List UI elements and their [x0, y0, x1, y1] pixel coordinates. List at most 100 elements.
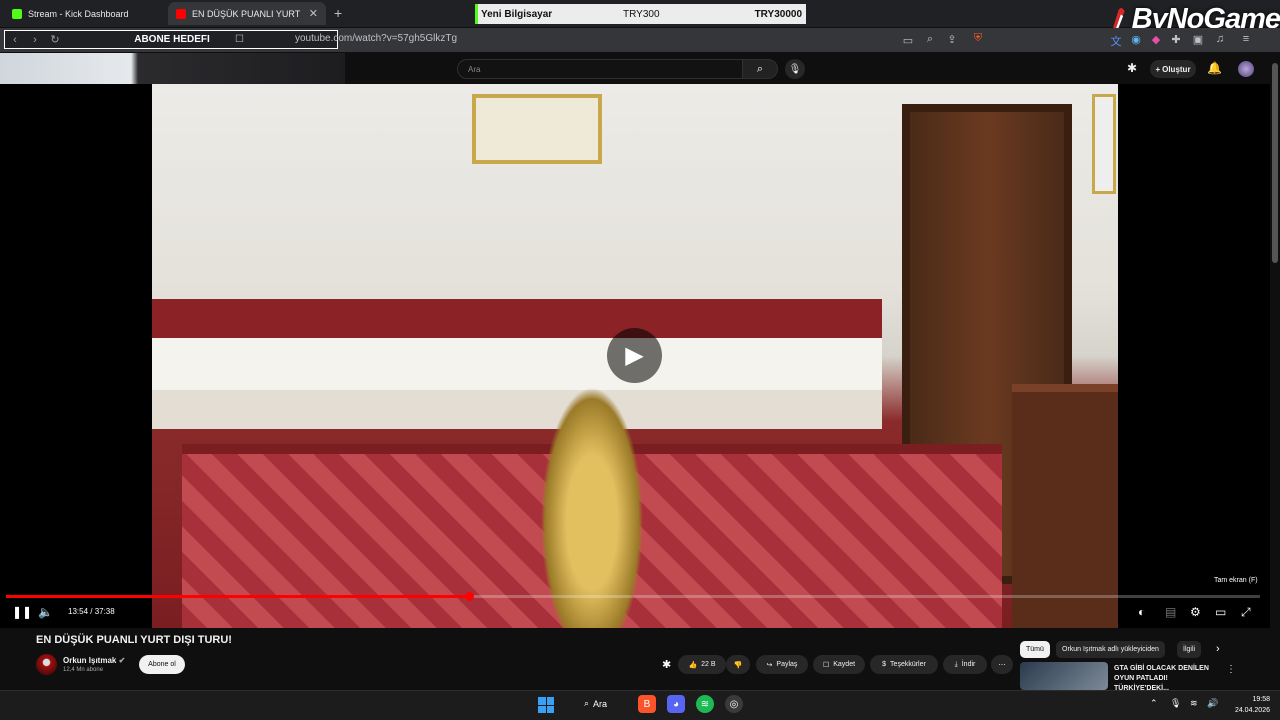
- settings-icon[interactable]: ⚙: [1190, 605, 1201, 619]
- tab-kick-dashboard[interactable]: Stream - Kick Dashboard: [4, 2, 164, 25]
- chip-related[interactable]: İlgili: [1177, 641, 1202, 658]
- save-icon: ☐: [822, 661, 830, 669]
- create-clip-icon[interactable]: ✱: [1127, 61, 1137, 75]
- progress-scrubber[interactable]: [464, 592, 474, 601]
- share-icon[interactable]: ⇪: [944, 33, 960, 46]
- page-scrollbar[interactable]: [1270, 53, 1280, 693]
- chip-from-uploader[interactable]: Orkun Işıtmak adlı yükleyiciden: [1056, 641, 1165, 658]
- dislike-button[interactable]: 👎: [726, 655, 750, 674]
- media-icon[interactable]: ♫: [1212, 33, 1228, 45]
- thanks-button[interactable]: $ Teşekkürler: [870, 655, 938, 674]
- taskbar-clock[interactable]: 19:58 24.04.2026: [1228, 694, 1270, 716]
- fullscreen-icon[interactable]: ⤢: [1241, 605, 1251, 620]
- time-display: 13:54 / 37:38: [68, 607, 115, 616]
- wall-frame: [472, 94, 602, 164]
- goal-current: TRY300: [623, 8, 660, 20]
- url-field[interactable]: youtube.com/watch?v=57gh5GlkzTg: [295, 33, 457, 44]
- search-icon: ⌕: [584, 698, 590, 708]
- zoom-icon[interactable]: ⌕: [922, 33, 938, 46]
- channel-name[interactable]: Orkun Işıtmak ✔: [63, 656, 125, 665]
- search-input[interactable]: Ara: [457, 59, 743, 79]
- autoplay-toggle-icon[interactable]: ◐: [1138, 605, 1145, 619]
- spotify-icon[interactable]: ≋: [696, 695, 714, 713]
- goal-label: Yeni Bilgisayar: [481, 8, 553, 20]
- tray-overflow-icon[interactable]: ⌃: [1150, 698, 1158, 709]
- more-actions-button[interactable]: ⋯: [991, 655, 1013, 674]
- recommended-thumbnail[interactable]: [1020, 662, 1108, 690]
- forward-icon[interactable]: ›: [25, 34, 45, 46]
- wall-frame-2: [1092, 94, 1116, 194]
- share-button[interactable]: ↪ Paylaş: [756, 655, 808, 674]
- download-icon: ⤓: [954, 660, 958, 668]
- notifications-icon[interactable]: 🔔: [1207, 61, 1222, 75]
- verified-icon: ✔: [118, 656, 126, 665]
- translate-icon[interactable]: 文: [1108, 33, 1124, 49]
- overlay-goal-title: ABONE HEDEFI: [134, 34, 210, 45]
- download-button[interactable]: ⤓ İndir: [943, 655, 987, 674]
- wooden-chest: [1012, 384, 1118, 628]
- more-icon: ⋯: [998, 661, 1006, 669]
- taskbar-search-label: Ara: [593, 698, 608, 709]
- play-icon[interactable]: ▶: [607, 328, 662, 383]
- like-button[interactable]: 👍 22 B: [678, 655, 726, 674]
- clock-time: 19:58: [1252, 696, 1270, 703]
- account-avatar[interactable]: [1238, 61, 1254, 77]
- scrollbar-thumb[interactable]: [1272, 63, 1278, 263]
- wifi-icon[interactable]: ≋: [1190, 698, 1198, 709]
- chip-all[interactable]: Tümü: [1020, 641, 1050, 658]
- thanks-icon: $: [882, 661, 887, 668]
- like-count: 22 B: [701, 661, 716, 668]
- theater-mode-icon[interactable]: ▭: [1215, 605, 1226, 619]
- share-label: Paylaş: [776, 661, 798, 668]
- extension-wallet-icon[interactable]: ◉: [1128, 33, 1144, 46]
- donation-goal-widget: Yeni Bilgisayar TRY300 TRY30000: [475, 4, 806, 24]
- microphone-tray-icon[interactable]: 🎙: [1170, 698, 1181, 709]
- search-icon[interactable]: ⌕: [742, 59, 778, 79]
- subtitles-icon[interactable]: ▤: [1165, 605, 1176, 619]
- clock-date: 24.04.2026: [1234, 707, 1270, 714]
- tab-youtube-video[interactable]: EN DÜŞÜK PUANLI YURT DIŞI TU ✕: [168, 2, 326, 25]
- youtube-icon: [176, 8, 186, 19]
- goal-progress-bar: [475, 4, 478, 24]
- brave-browser-icon[interactable]: B: [638, 695, 656, 713]
- new-tab-button[interactable]: +: [334, 5, 342, 21]
- share-arrow-icon: ↪: [766, 661, 773, 669]
- back-icon[interactable]: ‹: [5, 34, 25, 46]
- close-tab-icon[interactable]: ✕: [309, 7, 318, 20]
- recommended-more-icon[interactable]: ⋮: [1226, 664, 1236, 675]
- save-button[interactable]: ☐ Kaydet: [813, 655, 865, 674]
- extension-icon[interactable]: ◆: [1148, 33, 1164, 46]
- create-button[interactable]: + Oluştur: [1150, 60, 1196, 78]
- subscribe-button[interactable]: Abone ol: [139, 655, 185, 674]
- volume-icon[interactable]: 🔈: [38, 605, 53, 619]
- mic-icon[interactable]: 🎙: [785, 59, 805, 79]
- chevron-right-icon[interactable]: ›: [1216, 643, 1220, 655]
- extensions-puzzle-icon[interactable]: ✚: [1168, 33, 1184, 46]
- menu-icon[interactable]: ≡: [1238, 33, 1254, 45]
- windows-start-icon[interactable]: [538, 697, 554, 713]
- discord-icon[interactable]: ◕: [667, 695, 685, 713]
- volume-tray-icon[interactable]: 🔊: [1207, 698, 1218, 709]
- channel-name-text: Orkun Işıtmak: [63, 656, 117, 665]
- pause-icon[interactable]: ❚❚: [12, 605, 32, 619]
- cast-icon[interactable]: ▭: [900, 34, 916, 47]
- brave-shield-icon[interactable]: ⛨: [970, 32, 986, 45]
- clip-icon[interactable]: ✱: [662, 658, 671, 671]
- subscriber-goal-overlay: ‹ › ↻ ABONE HEDEFI ☐: [4, 30, 338, 49]
- reload-icon[interactable]: ↻: [45, 33, 65, 46]
- taskbar-search[interactable]: ⌕ Ara: [584, 698, 607, 709]
- fullscreen-tooltip: Tam ekran (F): [1210, 575, 1262, 586]
- video-title: EN DÜŞÜK PUANLI YURT DIŞI TURU!: [36, 634, 232, 646]
- like-icon: 👍: [688, 661, 698, 669]
- save-label: Kaydet: [833, 661, 856, 668]
- obs-icon[interactable]: ◎: [725, 695, 743, 713]
- plus-icon: +: [1155, 64, 1161, 74]
- progress-bar[interactable]: [6, 595, 1260, 598]
- tab-label: Stream - Kick Dashboard: [28, 8, 129, 19]
- dislike-icon: 👎: [733, 661, 743, 669]
- create-label: Oluştur: [1162, 64, 1191, 74]
- bookmark-icon[interactable]: ☐: [235, 34, 244, 45]
- sidebar-icon[interactable]: ▣: [1190, 33, 1206, 46]
- channel-avatar[interactable]: [36, 654, 57, 675]
- kick-icon: [12, 8, 22, 19]
